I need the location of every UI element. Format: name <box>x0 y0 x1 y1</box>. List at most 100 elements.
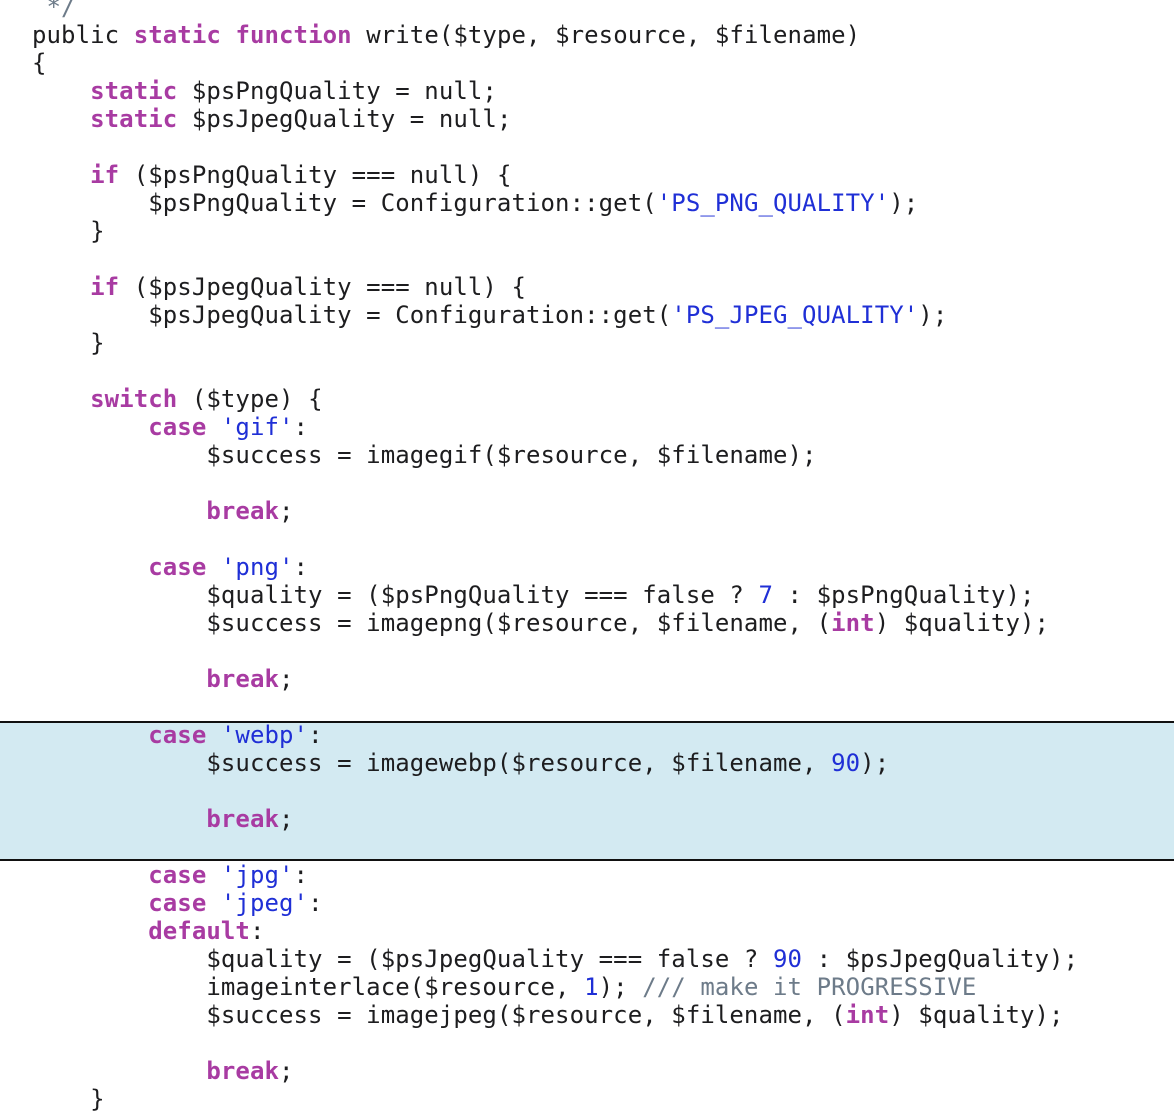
code-text: : <box>249 917 265 945</box>
code-line[interactable]: case 'jpeg': <box>0 889 1174 917</box>
code-line[interactable]: public static function write($type, $res… <box>0 21 1174 49</box>
code-text: } <box>32 1085 105 1113</box>
code-text: $psPngQuality = null; <box>177 77 497 105</box>
code-line[interactable]: case 'gif': <box>0 413 1174 441</box>
code-line[interactable]: static $psJpegQuality = null; <box>0 105 1174 133</box>
code-text: $psJpegQuality = null; <box>177 105 512 133</box>
code-line[interactable]: case 'jpg': <box>0 861 1174 889</box>
highlighted-code-line[interactable]: $success = imagewebp($resource, $filenam… <box>0 749 1174 777</box>
number-token: 90 <box>773 945 803 973</box>
code-text: ($type) { <box>177 385 323 413</box>
code-line[interactable] <box>0 357 1174 385</box>
code-text: ); <box>918 301 948 329</box>
number-token: 90 <box>831 749 861 777</box>
code-line[interactable] <box>0 1029 1174 1057</box>
code-text: public <box>32 21 134 49</box>
code-line[interactable]: $success = imagepng($resource, $filename… <box>0 609 1174 637</box>
keyword-token: static <box>133 21 221 49</box>
code-line[interactable] <box>0 133 1174 161</box>
keyword-token: int <box>845 1001 890 1029</box>
code-text: : <box>308 889 323 917</box>
code-text: : $psPngQuality); <box>773 581 1035 609</box>
code-text: ; <box>279 497 294 525</box>
code-line[interactable]: static $psPngQuality = null; <box>0 77 1174 105</box>
code-line[interactable]: if ($psJpegQuality === null) { <box>0 273 1174 301</box>
code-line[interactable]: case 'png': <box>0 553 1174 581</box>
keyword-token: break <box>206 805 280 833</box>
code-line[interactable] <box>0 245 1174 273</box>
highlighted-code-line[interactable] <box>0 777 1174 805</box>
keyword-token: default <box>148 917 250 945</box>
code-line[interactable]: } <box>0 217 1174 245</box>
number-token: 1 <box>584 973 599 1001</box>
keyword-token: switch <box>90 385 178 413</box>
code-line[interactable]: $success = imagegif($resource, $filename… <box>0 441 1174 469</box>
code-text: ) $quality); <box>874 609 1050 637</box>
code-text: $quality = ($psPngQuality === false ? <box>32 581 759 609</box>
code-text: $quality = ($psJpegQuality === false ? <box>32 945 773 973</box>
code-text: } <box>32 329 105 357</box>
code-line[interactable]: $quality = ($psPngQuality === false ? 7 … <box>0 581 1174 609</box>
code-text: $success = imagejpeg($resource, $filenam… <box>32 1001 846 1029</box>
code-line[interactable]: $success = imagejpeg($resource, $filenam… <box>0 1001 1174 1029</box>
code-text: $psJpegQuality = Configuration::get( <box>32 301 672 329</box>
code-text: { <box>32 49 47 77</box>
code-line[interactable]: imageinterlace($resource, 1); /// make i… <box>0 973 1174 1001</box>
code-line[interactable] <box>0 637 1174 665</box>
code-line[interactable]: default: <box>0 917 1174 945</box>
code-text: : <box>293 861 309 889</box>
keyword-token: case <box>148 721 207 749</box>
keyword-token: if <box>90 273 120 301</box>
code-line[interactable]: if ($psPngQuality === null) { <box>0 161 1174 189</box>
code-text: : <box>308 721 323 749</box>
code-line[interactable]: $psJpegQuality = Configuration::get('PS_… <box>0 301 1174 329</box>
code-line[interactable]: } <box>0 329 1174 357</box>
code-line[interactable]: } <box>0 1085 1174 1113</box>
keyword-token: break <box>206 497 280 525</box>
code-line[interactable]: $psPngQuality = Configuration::get('PS_P… <box>0 189 1174 217</box>
code-editor[interactable]: */public static function write($type, $r… <box>0 0 1174 1113</box>
code-text: } <box>32 217 105 245</box>
string-token: 'PS_JPEG_QUALITY' <box>671 301 919 329</box>
code-line[interactable]: { <box>0 49 1174 77</box>
code-line[interactable]: switch ($type) { <box>0 385 1174 413</box>
highlighted-code-line[interactable] <box>0 833 1174 861</box>
highlighted-code-line[interactable]: case 'webp': <box>0 721 1174 749</box>
code-text: ($psPngQuality === null) { <box>119 161 512 189</box>
code-line[interactable]: break; <box>0 1057 1174 1085</box>
code-text: : <box>293 413 309 441</box>
code-line[interactable] <box>0 469 1174 497</box>
code-text: ; <box>279 805 294 833</box>
code-line[interactable]: break; <box>0 665 1174 693</box>
code-line[interactable]: break; <box>0 497 1174 525</box>
keyword-token: if <box>90 161 120 189</box>
code-line[interactable]: $quality = ($psJpegQuality === false ? 9… <box>0 945 1174 973</box>
number-token: 7 <box>758 581 773 609</box>
code-text: ; <box>279 665 294 693</box>
code-text: : $psJpegQuality); <box>802 945 1079 973</box>
code-line[interactable]: */ <box>0 0 1174 21</box>
string-token: 'gif' <box>220 413 294 441</box>
code-text: ); <box>860 749 890 777</box>
keyword-token: static <box>90 77 178 105</box>
code-line[interactable] <box>0 525 1174 553</box>
highlighted-code-line[interactable]: break; <box>0 805 1174 833</box>
code-line[interactable] <box>0 693 1174 721</box>
code-text: ) $quality); <box>889 1001 1064 1029</box>
